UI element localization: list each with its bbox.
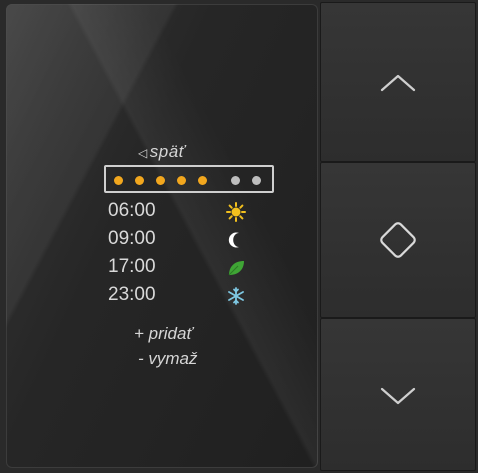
- diamond-icon: [380, 222, 416, 258]
- schedule-time: 23:00: [108, 284, 156, 305]
- schedule-row-1[interactable]: 06:00: [108, 200, 258, 224]
- schedule-row-3[interactable]: 17:00: [108, 256, 258, 280]
- button-column: [320, 0, 478, 473]
- schedule-dot-6: [231, 176, 240, 185]
- schedule-time: 09:00: [108, 228, 156, 249]
- back-link[interactable]: ◁ späť: [138, 142, 185, 162]
- display-screen: ◁ späť 06:00 09:00 17:00 23:00 + pridať …: [6, 4, 318, 468]
- schedule-dot-7: [252, 176, 261, 185]
- back-label: späť: [149, 142, 186, 161]
- schedule-dots-bar[interactable]: [104, 165, 274, 193]
- add-entry-button[interactable]: + pridať: [134, 324, 192, 344]
- snowflake-icon: [226, 286, 246, 306]
- delete-entry-button[interactable]: - vymaž: [138, 349, 198, 369]
- leaf-icon: [226, 258, 246, 278]
- schedule-dot-4: [177, 176, 186, 185]
- schedule-row-4[interactable]: 23:00: [108, 284, 258, 308]
- chevron-up-icon: [380, 74, 416, 92]
- moon-icon: [226, 230, 246, 250]
- schedule-dot-5: [198, 176, 207, 185]
- schedule-dot-1: [114, 176, 123, 185]
- schedule-dot-2: [135, 176, 144, 185]
- down-button[interactable]: [320, 318, 476, 471]
- up-button[interactable]: [320, 2, 476, 162]
- schedule-row-2[interactable]: 09:00: [108, 228, 258, 252]
- ok-button[interactable]: [320, 162, 476, 318]
- schedule-dot-3: [156, 176, 165, 185]
- sun-icon: [226, 202, 246, 222]
- triangle-left-icon: ◁: [138, 146, 148, 160]
- chevron-down-icon: [380, 387, 416, 404]
- thermostat-device: ◁ späť 06:00 09:00 17:00 23:00 + pridať …: [0, 0, 478, 473]
- schedule-time: 17:00: [108, 256, 156, 277]
- schedule-time: 06:00: [108, 200, 156, 221]
